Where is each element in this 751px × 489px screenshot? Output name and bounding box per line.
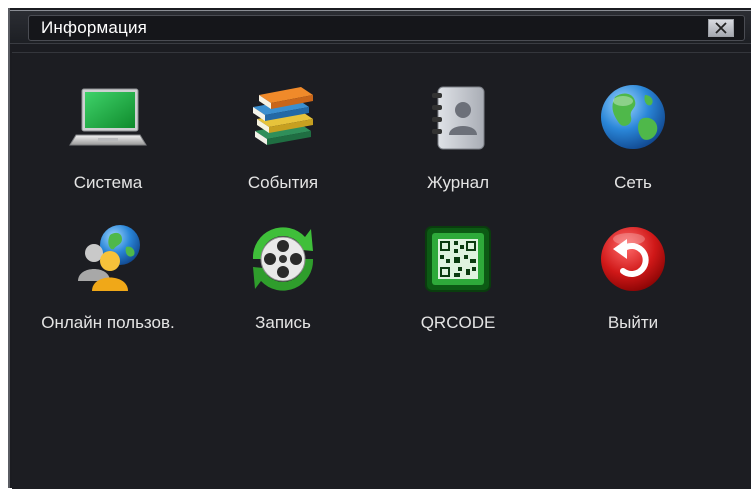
window-title: Информация [41,18,148,37]
menu-item-journal[interactable]: Журнал [373,79,543,199]
menu-item-network[interactable]: Сеть [548,79,718,199]
books-icon [243,79,323,159]
globe-icon [593,79,673,159]
title-bar: Информация [10,10,751,44]
menu-item-label: Журнал [426,173,490,192]
close-button[interactable] [708,19,734,37]
contacts-book-icon [418,79,498,159]
menu-item-label: События [247,173,319,192]
menu-item-qrcode[interactable]: QRCODE [373,219,543,339]
menu-item-events[interactable]: События [198,79,368,199]
title-inset: Информация [28,15,745,41]
qrcode-icon [418,219,498,299]
exit-icon [593,219,673,299]
menu-item-label: Запись [255,313,311,332]
online-users-icon [68,219,148,299]
menu-item-label: Выйти [607,313,659,332]
menu-item-label: Онлайн пользов. [41,313,175,332]
menu-item-label: Сеть [614,173,652,192]
close-icon [715,22,727,34]
menu-item-exit[interactable]: Выйти [548,219,718,339]
menu-item-online-users[interactable]: Онлайн пользов. [23,219,193,339]
laptop-icon [68,79,148,159]
menu-item-record[interactable]: Запись [198,219,368,339]
menu-panel: Система События Журнал Сеть Онлайн польз… [12,52,751,489]
screen: Информация Система События Журнал Сеть О… [0,0,751,489]
menu-item-system[interactable]: Система [23,79,193,199]
menu-item-label: Система [73,173,143,192]
film-reel-icon [243,219,323,299]
menu-item-label: QRCODE [420,313,496,332]
